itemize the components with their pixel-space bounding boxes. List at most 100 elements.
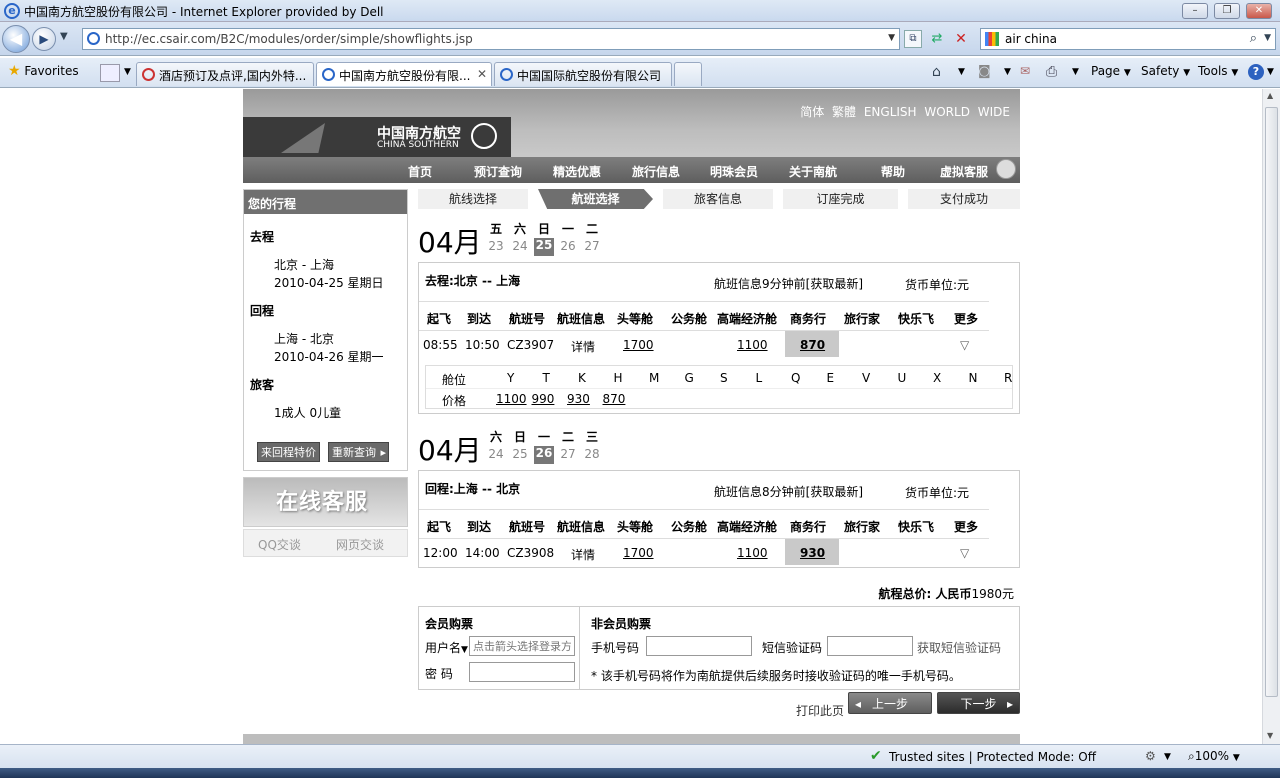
refresh-icon[interactable]: ⇄: [928, 30, 946, 48]
footer-bar: [243, 734, 1020, 744]
currency-label: 货币单位:元: [905, 486, 970, 500]
tab-hotel[interactable]: 酒店预订及点评,国内外特...: [136, 62, 314, 86]
scroll-down-icon[interactable]: ▼: [1267, 731, 1273, 740]
flight-details-link[interactable]: 详情: [571, 546, 595, 563]
maximize-button[interactable]: ❐: [1214, 3, 1240, 19]
search-icon[interactable]: ⌕: [1250, 31, 1257, 46]
mail-icon[interactable]: ✉: [1020, 64, 1030, 78]
forward-button[interactable]: ▶: [32, 27, 56, 51]
date-option-selected[interactable]: 25: [534, 238, 554, 256]
login-method-dropdown-icon[interactable]: ▼: [461, 645, 468, 655]
date-option[interactable]: 28: [580, 447, 604, 461]
zoom-level[interactable]: ⌕100% ▼: [1188, 749, 1240, 764]
premium-price[interactable]: 1100: [737, 546, 768, 560]
tab-close-icon[interactable]: ✕: [477, 67, 487, 81]
business-price-selected[interactable]: 870: [785, 331, 839, 357]
address-url[interactable]: http://ec.csair.com/B2C/modules/order/si…: [105, 32, 473, 46]
favorites-button[interactable]: ★ Favorites: [8, 63, 79, 79]
menu-member[interactable]: 明珠会员: [710, 163, 758, 180]
address-bar[interactable]: http://ec.csair.com/B2C/modules/order/si…: [82, 28, 900, 50]
qq-chat-link[interactable]: QQ交谈: [258, 536, 301, 553]
menu-virtual-service[interactable]: 虚拟客服: [940, 163, 988, 180]
scroll-up-icon[interactable]: ▲: [1267, 91, 1273, 100]
search-box[interactable]: air china ⌕ ▼: [980, 28, 1276, 50]
get-sms-code-link[interactable]: 获取短信验证码: [917, 639, 1001, 656]
page-menu[interactable]: Page ▼: [1091, 64, 1131, 78]
help-dropdown-icon[interactable]: ▼: [1267, 67, 1274, 77]
online-service-banner[interactable]: 在线客服: [243, 477, 408, 527]
feeds-icon[interactable]: ◙: [978, 64, 991, 79]
date-option[interactable]: 25: [508, 447, 532, 461]
print-dropdown-icon[interactable]: ▼: [1072, 67, 1079, 77]
date-option[interactable]: 24: [508, 239, 532, 253]
status-dropdown-icon[interactable]: ▼: [1164, 752, 1171, 762]
date-option[interactable]: 23: [484, 239, 508, 253]
feeds-dropdown-icon[interactable]: ▼: [1004, 67, 1011, 77]
tools-menu[interactable]: Tools ▼: [1198, 64, 1238, 78]
requery-button[interactable]: 重新查询 ▸: [328, 442, 389, 462]
menu-deals[interactable]: 精选优惠: [553, 163, 601, 180]
prev-step-button[interactable]: ◂ 上一步: [848, 692, 932, 714]
new-tab-button[interactable]: [674, 62, 702, 86]
roundtrip-special-button[interactable]: 来回程特价: [257, 442, 320, 462]
search-dropdown-icon[interactable]: ▼: [1264, 33, 1271, 43]
tab-list-dropdown-icon[interactable]: ▼: [124, 67, 131, 77]
cabin-price[interactable]: 930: [567, 392, 590, 406]
first-price[interactable]: 1700: [623, 546, 654, 560]
flight-info-age[interactable]: 航班信息8分钟前[获取最新]: [714, 483, 863, 500]
stop-icon[interactable]: ✕: [952, 30, 970, 48]
flight-row[interactable]: 08:55 10:50 CZ3907 详情 1700 1100 870 ▽: [419, 331, 989, 359]
premium-price[interactable]: 1100: [737, 338, 768, 352]
address-dropdown-icon[interactable]: ▼: [888, 33, 895, 43]
close-button[interactable]: ✕: [1246, 3, 1272, 19]
date-option[interactable]: 27: [580, 239, 604, 253]
protected-mode-icon[interactable]: ⚙: [1145, 749, 1156, 763]
date-option[interactable]: 26: [556, 239, 580, 253]
home-icon[interactable]: ⌂: [932, 64, 941, 80]
username-input[interactable]: [469, 636, 575, 656]
flight-row[interactable]: 12:00 14:00 CZ3908 详情 1700 1100 930 ▽: [419, 539, 989, 567]
sms-code-input[interactable]: [827, 636, 913, 656]
date-option-selected[interactable]: 26: [534, 446, 554, 464]
date-option[interactable]: 24: [484, 447, 508, 461]
tab-air-china[interactable]: 中国国际航空股份有限公司: [494, 62, 672, 86]
vertical-scrollbar[interactable]: ▲ ▼: [1262, 89, 1280, 744]
quick-tabs-icon[interactable]: [100, 64, 120, 82]
security-zone[interactable]: Trusted sites | Protected Mode: Off: [889, 750, 1096, 764]
date-option[interactable]: 27: [556, 447, 580, 461]
compatibility-icon[interactable]: ⧉: [904, 30, 922, 48]
language-links[interactable]: 简体 繁體 ENGLISH WORLD WIDE: [800, 103, 1010, 120]
menu-booking[interactable]: 预订查询: [474, 163, 522, 180]
business-price-selected[interactable]: 930: [785, 539, 839, 565]
tab-china-southern[interactable]: 中国南方航空股份有限... ✕: [316, 62, 492, 86]
safety-menu[interactable]: Safety ▼: [1141, 64, 1190, 78]
help-icon[interactable]: ?: [1248, 64, 1264, 80]
menu-help[interactable]: 帮助: [881, 163, 905, 180]
home-dropdown-icon[interactable]: ▼: [958, 67, 965, 77]
password-input[interactable]: [469, 662, 575, 682]
dep-time: 08:55: [423, 338, 458, 352]
menu-home[interactable]: 首页: [408, 163, 432, 180]
print-icon[interactable]: ⎙: [1046, 64, 1057, 80]
zoom-value: 100%: [1194, 749, 1230, 763]
menu-about[interactable]: 关于南航: [789, 163, 837, 180]
flight-details-link[interactable]: 详情: [571, 338, 595, 355]
next-step-button[interactable]: 下一步 ▸: [937, 692, 1020, 714]
site-logo[interactable]: 中国南方航空 CHINA SOUTHERN: [243, 117, 511, 157]
flight-info-age[interactable]: 航班信息9分钟前[获取最新]: [714, 275, 863, 292]
cabin-price[interactable]: 1100: [496, 392, 527, 406]
menu-travel-info[interactable]: 旅行信息: [632, 163, 680, 180]
cabin-price[interactable]: 990: [532, 392, 555, 406]
expand-more-icon[interactable]: ▽: [960, 338, 969, 352]
scroll-thumb[interactable]: [1265, 107, 1278, 697]
minimize-button[interactable]: –: [1182, 3, 1208, 19]
first-price[interactable]: 1700: [623, 338, 654, 352]
cabin-price[interactable]: 870: [603, 392, 626, 406]
print-page-link[interactable]: 打印此页: [796, 702, 844, 719]
history-dropdown-icon[interactable]: ▼: [60, 31, 68, 42]
phone-input[interactable]: [646, 636, 752, 656]
back-button[interactable]: ◀: [2, 25, 30, 53]
web-chat-link[interactable]: 网页交谈: [336, 536, 384, 553]
search-input[interactable]: air china: [1005, 32, 1057, 46]
expand-more-icon[interactable]: ▽: [960, 546, 969, 560]
